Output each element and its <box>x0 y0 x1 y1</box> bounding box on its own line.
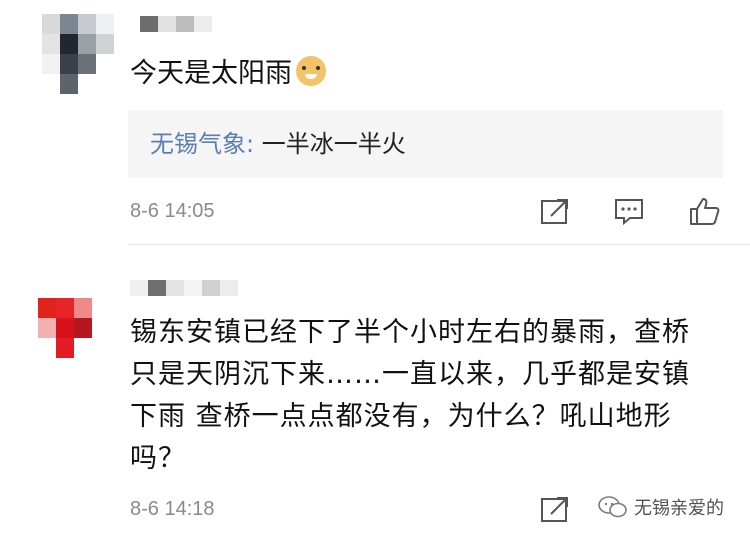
comment-item: 今天是太阳雨 无锡气象: 一半冰一半火 8-6 14:05 <box>0 0 750 245</box>
watermark-label: 无锡亲爱的 <box>634 498 724 519</box>
comment-divider <box>128 244 750 245</box>
username[interactable] <box>140 16 212 32</box>
like-icon[interactable] <box>688 196 722 226</box>
comment-text: 今天是太阳雨 <box>130 55 730 93</box>
avatar[interactable] <box>42 14 114 94</box>
share-icon[interactable] <box>538 196 572 226</box>
avatar[interactable] <box>38 278 110 358</box>
comment-text: 锡东安镇已经下了半个小时左右的暴雨，查桥只是天阴沉下来……一直以来，几乎都是安镇… <box>130 317 690 474</box>
comment-timestamp: 8-6 14:05 <box>130 200 215 222</box>
quoted-author[interactable]: 无锡气象: <box>150 130 254 158</box>
doge-emoji-icon <box>296 56 326 86</box>
wechat-icon <box>598 496 627 518</box>
quoted-reply-content: 无锡气象: 一半冰一半火 <box>150 128 406 160</box>
comment-text-content: 今天是太阳雨 <box>130 58 292 89</box>
watermark: 无锡亲爱的 <box>598 494 724 520</box>
username[interactable] <box>130 280 238 296</box>
reply-icon[interactable] <box>612 196 646 226</box>
quoted-text: 一半冰一半火 <box>254 130 406 158</box>
share-icon[interactable] <box>538 494 572 524</box>
quoted-reply[interactable]: 无锡气象: 一半冰一半火 <box>128 110 723 178</box>
comment-timestamp: 8-6 14:18 <box>130 498 215 520</box>
